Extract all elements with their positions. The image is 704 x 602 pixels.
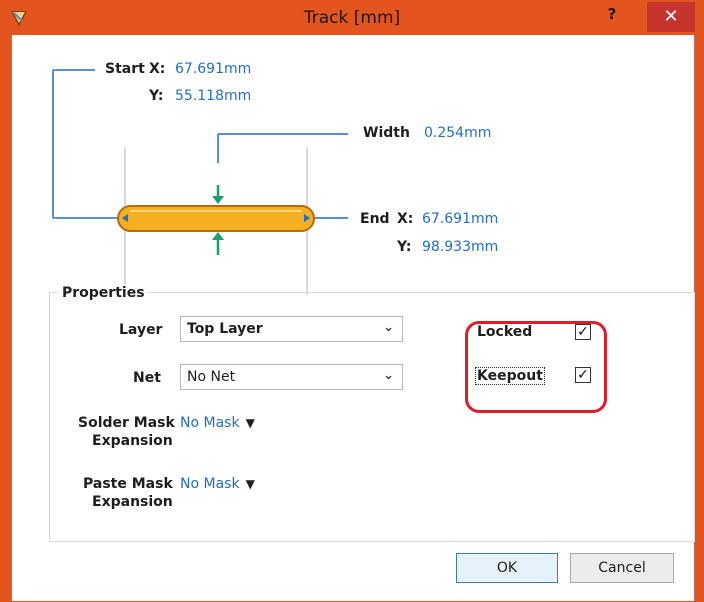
solder-mask-label: Solder Mask — [78, 415, 175, 431]
net-select[interactable]: No Net ⌄ — [180, 364, 403, 390]
solder-mask-value: No Mask — [180, 415, 240, 431]
solder-mask-dropdown[interactable]: No Mask ▼ — [180, 415, 255, 431]
track-shape — [117, 205, 315, 232]
help-button[interactable]: ? — [597, 5, 627, 29]
close-button[interactable]: ✕ — [647, 2, 695, 32]
start-y-label: Y: — [149, 88, 164, 104]
end-label: End — [360, 211, 390, 227]
width-value[interactable]: 0.254mm — [424, 125, 491, 141]
width-label: Width — [363, 125, 410, 141]
net-select-value: No Net — [187, 369, 236, 385]
paste-mask-value: No Mask — [180, 476, 240, 492]
track-dialog: Track [mm] ? ✕ Start X: 67.691mm Y: 55.1… — [0, 0, 704, 602]
start-label: Start — [105, 61, 145, 77]
end-y-label: Y: — [397, 239, 412, 255]
start-x-label: X: — [149, 61, 166, 77]
start-y-value[interactable]: 55.118mm — [175, 88, 251, 104]
keepout-checkbox[interactable]: ✓ — [575, 367, 591, 383]
end-y-value[interactable]: 98.933mm — [422, 239, 498, 255]
keepout-label: Keepout — [475, 367, 545, 385]
paste-mask-dropdown[interactable]: No Mask ▼ — [180, 476, 255, 492]
paste-mask-label: Paste Mask — [83, 476, 173, 492]
layer-select-value: Top Layer — [187, 321, 263, 337]
net-label: Net — [133, 370, 161, 386]
layer-select[interactable]: Top Layer ⌄ — [180, 316, 403, 342]
end-x-label: X: — [397, 211, 414, 227]
caret-down-icon: ▼ — [245, 416, 255, 430]
caret-down-icon: ▼ — [245, 477, 255, 491]
locked-checkbox[interactable]: ✓ — [575, 324, 591, 340]
end-x-value[interactable]: 67.691mm — [422, 211, 498, 227]
start-x-value[interactable]: 67.691mm — [175, 61, 251, 77]
properties-title: Properties — [58, 285, 149, 301]
ok-button[interactable]: OK — [456, 553, 558, 583]
title-bar[interactable]: Track [mm] ? ✕ — [1, 1, 703, 35]
width-arrow-down-icon — [212, 196, 224, 204]
chevron-down-icon: ⌄ — [383, 368, 394, 383]
layer-label: Layer — [119, 322, 163, 338]
width-arrow-up-icon — [212, 232, 224, 240]
dialog-body: Start X: 67.691mm Y: 55.118mm Width 0.25… — [11, 35, 695, 601]
locked-label: Locked — [477, 324, 533, 340]
chevron-down-icon: ⌄ — [383, 320, 394, 335]
solder-mask-label-2: Expansion — [92, 433, 173, 449]
paste-mask-label-2: Expansion — [92, 494, 173, 510]
cancel-button[interactable]: Cancel — [570, 553, 674, 583]
